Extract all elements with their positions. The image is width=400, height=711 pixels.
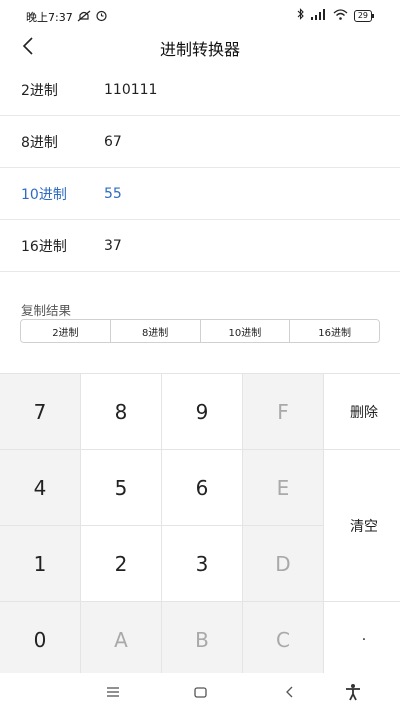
row-binary[interactable]: 2进制 110111 — [0, 64, 400, 116]
key-3[interactable]: 3 — [162, 526, 242, 601]
battery-icon: 29 — [353, 9, 375, 22]
copy-binary-button[interactable]: 2进制 — [21, 320, 111, 342]
key-a[interactable]: A — [81, 602, 161, 677]
key-4[interactable]: 4 — [0, 450, 80, 525]
row-value: 67 — [104, 133, 122, 150]
row-decimal[interactable]: 10进制 55 — [0, 168, 400, 220]
notification-muted-icon — [77, 10, 91, 25]
key-e[interactable]: E — [243, 450, 323, 525]
row-label: 2进制 — [21, 82, 58, 99]
app-bar: 进制转换器 — [0, 30, 400, 64]
row-value: 110111 — [104, 81, 158, 98]
copy-section-title: 复制结果 — [21, 303, 72, 318]
copy-hex-button[interactable]: 16进制 — [290, 320, 379, 342]
row-label: 16进制 — [21, 238, 67, 255]
status-right: 29 — [297, 8, 375, 23]
key-2[interactable]: 2 — [81, 526, 161, 601]
status-left: 晚上7:37 — [26, 9, 108, 25]
conversion-list: 2进制 110111 8进制 67 10进制 55 16进制 37 — [0, 64, 400, 272]
key-d[interactable]: D — [243, 526, 323, 601]
back-nav-icon[interactable] — [279, 683, 299, 701]
alarm-icon — [95, 9, 108, 25]
copy-decimal-button[interactable]: 10进制 — [200, 320, 291, 342]
system-nav-bar — [0, 673, 400, 711]
keypad: 7 8 9 F 删除 4 5 6 E 清空 1 2 3 D 0 A B C · — [0, 373, 400, 677]
key-0[interactable]: 0 — [0, 602, 80, 677]
delete-button[interactable]: 删除 — [324, 374, 400, 449]
key-c[interactable]: C — [243, 602, 323, 677]
key-5[interactable]: 5 — [81, 450, 161, 525]
accessibility-icon[interactable] — [343, 683, 363, 701]
key-dot[interactable]: · — [324, 602, 400, 677]
page-title: 进制转换器 — [159, 40, 240, 59]
wifi-icon — [333, 8, 348, 23]
status-time: 晚上7:37 — [26, 11, 73, 24]
key-8[interactable]: 8 — [81, 374, 161, 449]
key-f[interactable]: F — [243, 374, 323, 449]
row-value: 55 — [104, 185, 122, 202]
copy-button-group: 2进制 8进制 10进制 16进制 — [20, 319, 380, 343]
row-label: 10进制 — [21, 186, 67, 203]
bluetooth-icon — [297, 8, 305, 23]
key-1[interactable]: 1 — [0, 526, 80, 601]
row-value: 37 — [104, 237, 122, 254]
key-b[interactable]: B — [162, 602, 242, 677]
home-icon[interactable] — [190, 683, 210, 701]
signal-icon — [310, 8, 327, 23]
status-bar: 晚上7:37 29 — [0, 0, 400, 30]
row-label: 8进制 — [21, 134, 58, 151]
key-7[interactable]: 7 — [0, 374, 80, 449]
menu-icon[interactable] — [103, 683, 123, 701]
key-6[interactable]: 6 — [162, 450, 242, 525]
row-octal[interactable]: 8进制 67 — [0, 116, 400, 168]
row-hex[interactable]: 16进制 37 — [0, 220, 400, 272]
copy-octal-button[interactable]: 8进制 — [110, 320, 201, 342]
key-9[interactable]: 9 — [162, 374, 242, 449]
clear-button[interactable]: 清空 — [324, 450, 400, 601]
